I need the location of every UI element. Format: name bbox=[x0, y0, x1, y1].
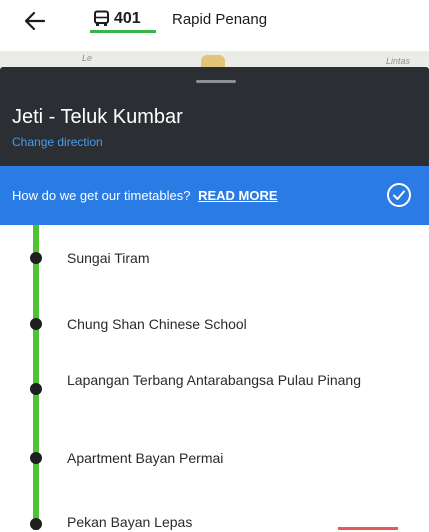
back-button[interactable] bbox=[22, 8, 48, 34]
route-badge[interactable]: 401 bbox=[90, 7, 156, 33]
read-more-link[interactable]: READ MORE bbox=[198, 188, 277, 203]
route-sheet-header: Jeti - Teluk Kumbar Change direction bbox=[0, 67, 429, 166]
drag-handle[interactable] bbox=[196, 80, 236, 83]
stop-dot bbox=[30, 318, 42, 330]
stop-name: Pekan Bayan Lepas bbox=[67, 514, 193, 530]
check-circle-icon bbox=[387, 183, 411, 207]
map-label: Le bbox=[82, 53, 93, 63]
stop-dot bbox=[30, 383, 42, 395]
dismiss-banner-button[interactable] bbox=[386, 182, 412, 208]
stop-name: Apartment Bayan Permai bbox=[67, 450, 224, 466]
arrow-left-icon bbox=[24, 11, 46, 31]
route-number: 401 bbox=[114, 9, 141, 27]
stop-name: Sungai Tiram bbox=[67, 250, 150, 266]
stop-dot bbox=[30, 252, 42, 264]
operator-name: Rapid Penang bbox=[172, 11, 268, 28]
direction-title: Jeti - Teluk Kumbar bbox=[12, 106, 183, 128]
stop-name: Lapangan Terbang Antarabangsa Pulau Pina… bbox=[67, 372, 361, 388]
bus-icon bbox=[94, 10, 109, 26]
timetable-info-banner: How do we get our timetables? READ MORE bbox=[0, 166, 429, 225]
stop-dot bbox=[30, 518, 42, 530]
banner-question: How do we get our timetables? bbox=[12, 188, 191, 203]
banner-text-row: How do we get our timetables? READ MORE bbox=[12, 188, 278, 203]
map-label: Lintas bbox=[386, 56, 411, 66]
route-line bbox=[33, 225, 39, 530]
change-direction-link[interactable]: Change direction bbox=[12, 135, 103, 149]
stop-list[interactable]: Sungai Tiram Chung Shan Chinese School L… bbox=[0, 225, 429, 530]
stop-name: Chung Shan Chinese School bbox=[67, 316, 247, 332]
top-app-bar: 401 Rapid Penang bbox=[0, 0, 429, 56]
stop-dot bbox=[30, 452, 42, 464]
